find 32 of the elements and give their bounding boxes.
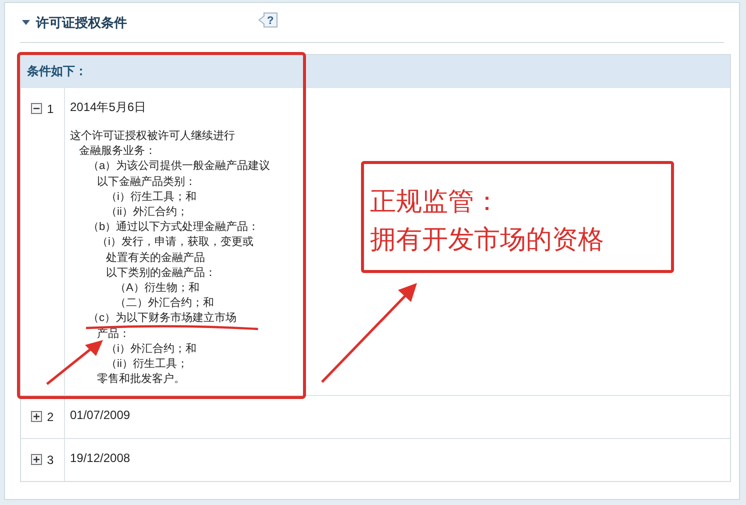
row-number: 1	[47, 101, 54, 118]
condition-line: 以下金融产品类别：	[97, 174, 196, 190]
annotation-text: 拥有开发市场的资格	[370, 223, 604, 256]
condition-line: （a）为该公司提供一般金融产品建议	[88, 159, 270, 174]
condition-line: （i）衍生工具；和	[106, 190, 196, 205]
annotation-text: 正规监管：	[370, 185, 500, 218]
condition-line: （b）通过以下方式处理金融产品：	[88, 220, 260, 236]
condition-line: 零售和批发客户。	[97, 372, 185, 388]
row-number: 2	[47, 409, 54, 426]
table-header: 条件如下：	[21, 55, 730, 87]
condition-line: （A）衍生物；和	[115, 281, 200, 296]
condition-line: 金融服务业务：	[79, 144, 156, 160]
condition-line: （ii）衍生工具；	[106, 357, 188, 372]
condition-line: （二）外汇合约；和	[115, 296, 214, 312]
collapse-icon[interactable]	[31, 103, 42, 114]
condition-line: 以下类别的金融产品：	[106, 266, 216, 281]
help-icon[interactable]: ?	[258, 10, 278, 28]
condition-line: 处置有关的金融产品	[106, 250, 205, 266]
condition-line: （ii）外汇合约；	[106, 205, 188, 220]
condition-line: （i）外汇合约；和	[106, 342, 196, 357]
condition-line: 产品：	[97, 326, 130, 342]
date-text: 01/07/2009	[70, 407, 132, 424]
expand-icon[interactable]	[31, 454, 42, 466]
expand-icon[interactable]	[31, 411, 42, 422]
date-text: 19/12/2008	[70, 450, 132, 468]
section-title: 许可证授权条件	[36, 14, 127, 32]
date-text: 2014年5月6日	[70, 99, 148, 116]
condition-line: 这个许可证授权被许可人继续进行	[70, 129, 235, 144]
condition-line: （i）发行，申请，获取，变更或	[97, 235, 254, 250]
condition-line: （c）为以下财务市场建立市场	[88, 311, 236, 326]
caret-icon[interactable]	[22, 20, 30, 26]
row-number: 3	[47, 452, 54, 470]
